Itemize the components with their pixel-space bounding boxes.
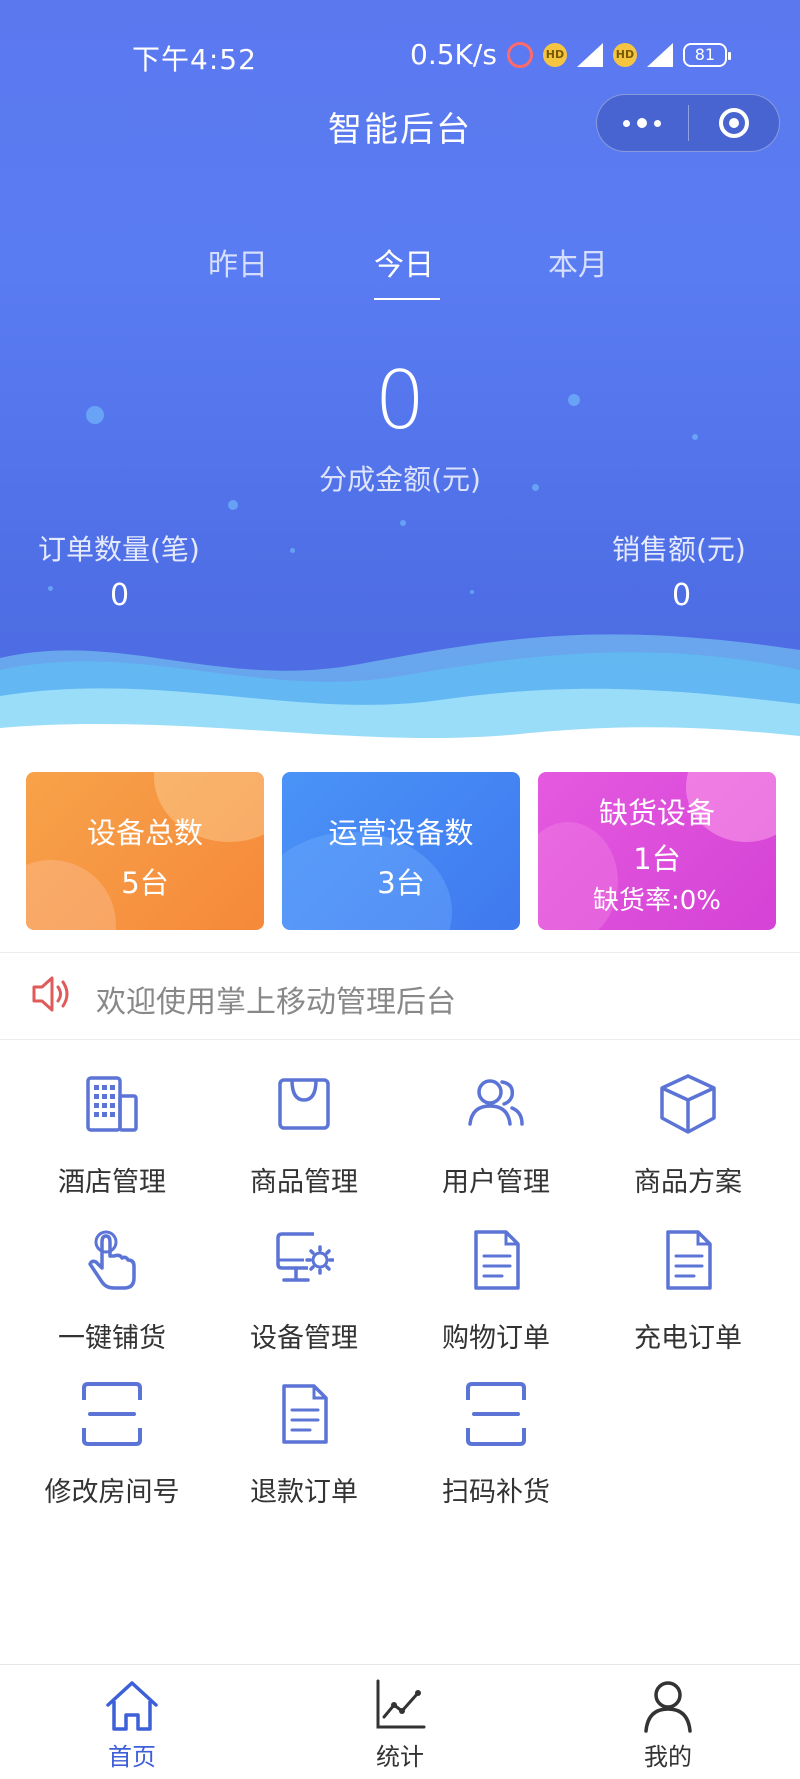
menu-label: 一键铺货 [58,1323,166,1354]
menu-scan-restock[interactable]: 扫码补货 [400,1382,592,1522]
device-stat-cards: 设备总数 5台 运营设备数 3台 缺货设备 1台 缺货率:0% [0,772,800,930]
building-icon [86,1076,138,1132]
menu-refund-orders[interactable]: 退款订单 [208,1382,400,1522]
status-bar: 下午4:52 0.5K/s HD HD 81 [0,0,800,100]
menu-shopping-orders[interactable]: 购物订单 [400,1228,592,1368]
notice-bar: 欢迎使用掌上移动管理后台 [0,952,800,1040]
decor-dot [228,500,238,510]
bottom-tab-bar: 首页 统计 我的 [0,1664,800,1779]
wave-decoration [0,634,800,760]
more-button[interactable] [597,95,688,151]
shortage-devices-title: 缺货设备 [598,796,715,830]
sales-amount-label: 销售额(元) [612,533,746,566]
signal-4g-icon [576,42,603,67]
menu-device-management[interactable]: 设备管理 [208,1228,400,1368]
document-icon [666,1230,712,1290]
notice-text: 欢迎使用掌上移动管理后台 [96,985,456,1020]
menu-edit-room-number[interactable]: 修改房间号 [16,1382,208,1522]
menu-hotel-management[interactable]: 酒店管理 [16,1072,208,1212]
target-icon [718,108,749,138]
battery-icon: 81 [682,42,731,67]
hd-icon: HD [612,42,637,67]
operating-devices-value: 3台 [377,866,425,900]
tap-hand-icon [88,1230,136,1290]
decor-dot [470,590,474,594]
menu-goods-management[interactable]: 商品管理 [208,1072,400,1212]
tab-mine-label: 我的 [644,1743,692,1771]
navigation-bar: 智能后台 [0,90,800,170]
network-speed: 0.5K/s [410,38,497,71]
menu-label: 充电订单 [634,1323,742,1354]
close-miniprogram-button[interactable] [689,95,780,151]
signal-5g-icon [646,42,673,67]
total-devices-title: 设备总数 [86,816,203,850]
total-devices-card[interactable]: 设备总数 5台 [26,772,264,930]
tab-statistics-label: 统计 [376,1743,424,1771]
revenue-share-amount: 0 [374,354,426,447]
tab-yesterday[interactable]: 昨日 [208,240,268,284]
menu-label: 商品管理 [250,1167,358,1198]
status-indicators: 0.5K/s HD HD 81 [410,38,731,71]
period-tabs: 昨日 今日 本月 [0,240,800,300]
decor-dot [290,548,295,553]
shopping-bag-icon [278,1078,330,1130]
hero-panel: 下午4:52 0.5K/s HD HD 81 智能后台 昨日 今日 本月 0 分… [0,0,800,760]
more-dot-icon [637,118,648,128]
tab-home-label: 首页 [108,1743,156,1771]
status-time: 下午4:52 [132,43,257,76]
menu-goods-plan[interactable]: 商品方案 [592,1072,784,1212]
shortage-devices-card[interactable]: 缺货设备 1台 缺货率:0% [538,772,776,930]
total-devices-value: 5台 [121,866,169,900]
alarm-icon [506,41,533,68]
user-icon [644,1681,692,1733]
hd-icon: HD [542,42,567,67]
home-icon [106,1681,158,1731]
menu-user-management[interactable]: 用户管理 [400,1072,592,1212]
decor-dot [400,520,406,526]
menu-label: 购物订单 [442,1323,550,1354]
menu-label: 退款订单 [250,1477,358,1508]
revenue-share-label: 分成金额(元) [319,463,481,496]
menu-label: 扫码补货 [442,1477,550,1508]
tab-today[interactable]: 今日 [374,240,434,284]
menu-one-key-restock[interactable]: 一键铺货 [16,1228,208,1368]
cube-icon [660,1074,716,1134]
document-icon [282,1384,328,1444]
menu-charging-orders[interactable]: 充电订单 [592,1228,784,1368]
scan-frame-icon [466,1382,526,1446]
decor-dot [48,586,53,591]
order-count-label: 订单数量(笔) [38,533,200,566]
shortage-rate: 缺货率:0% [592,886,721,916]
active-tab-indicator [374,298,440,300]
document-icon [474,1230,520,1290]
tab-statistics[interactable]: 统计 [300,1665,500,1779]
menu-label: 商品方案 [634,1167,742,1198]
speaker-icon [32,976,69,1012]
menu-label: 用户管理 [442,1167,550,1198]
more-dot-icon [654,119,662,127]
miniprogram-capsule [596,94,780,152]
line-chart-icon [376,1679,426,1729]
tab-mine[interactable]: 我的 [568,1665,768,1779]
operating-devices-title: 运营设备数 [328,816,474,850]
more-dot-icon [623,119,631,127]
menu-label: 酒店管理 [58,1167,166,1198]
scan-frame-icon [82,1382,142,1446]
users-icon [468,1079,524,1126]
menu-label: 设备管理 [250,1323,358,1354]
shortage-devices-value: 1台 [633,842,681,876]
monitor-gear-icon [276,1232,334,1282]
menu-label: 修改房间号 [44,1477,180,1508]
operating-devices-card[interactable]: 运营设备数 3台 [282,772,520,930]
tab-home[interactable]: 首页 [32,1665,232,1779]
tab-month[interactable]: 本月 [548,240,608,284]
